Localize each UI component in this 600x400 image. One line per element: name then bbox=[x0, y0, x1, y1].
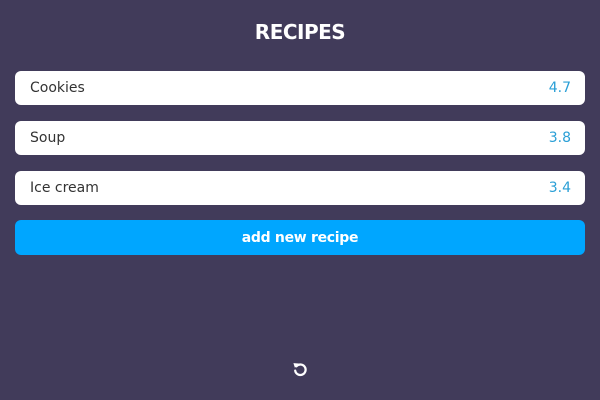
recipes-app: RECIPES Cookies 4.7 Soup 3.8 Ice cream 3… bbox=[0, 0, 600, 400]
reset-button[interactable] bbox=[289, 358, 311, 380]
page-title: RECIPES bbox=[254, 20, 346, 44]
recipe-item-soup[interactable]: Soup 3.8 bbox=[15, 121, 585, 155]
reset-icon bbox=[293, 363, 307, 377]
recipe-rating: 3.4 bbox=[548, 180, 571, 196]
add-new-recipe-button[interactable]: add new recipe bbox=[15, 220, 585, 255]
recipe-list: Cookies 4.7 Soup 3.8 Ice cream 3.4 bbox=[15, 71, 585, 220]
recipe-name: Ice cream bbox=[30, 180, 99, 196]
recipe-rating: 4.7 bbox=[548, 80, 571, 96]
recipe-item-ice-cream[interactable]: Ice cream 3.4 bbox=[15, 171, 585, 205]
recipe-name: Soup bbox=[30, 130, 66, 146]
recipe-item-cookies[interactable]: Cookies 4.7 bbox=[15, 71, 585, 105]
recipe-name: Cookies bbox=[30, 80, 85, 96]
recipe-rating: 3.8 bbox=[548, 130, 571, 146]
